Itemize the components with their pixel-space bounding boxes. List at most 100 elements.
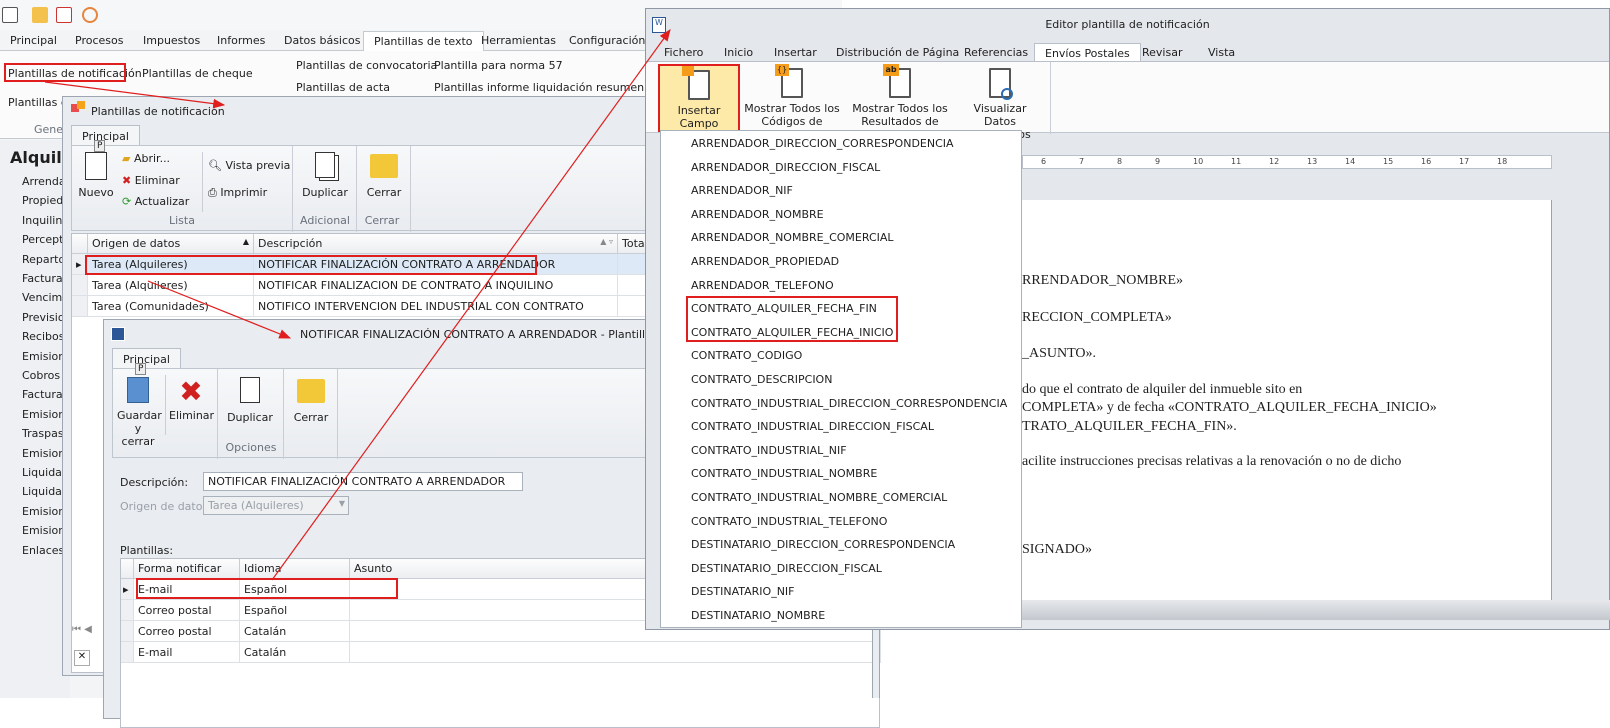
tab-principal[interactable]: Principal [0, 31, 67, 51]
document-page[interactable]: RRENDADOR_NOMBRE» RECCION_COMPLETA» _ASUNT… [1022, 200, 1552, 610]
nav-first-icon[interactable]: ⏮ ◀ [72, 624, 92, 635]
left-nav-item[interactable]: Arrenda [22, 175, 66, 188]
merge-field-item[interactable]: ARRENDADOR_NOMBRE_COMERCIAL [691, 231, 894, 244]
document-text-line: RRENDADOR_NOMBRE» [1022, 273, 1184, 288]
cell-idioma[interactable]: Catalán [240, 642, 350, 663]
cerrar-button[interactable]: Cerrar [362, 152, 406, 199]
tab-datos-basicos[interactable]: Datos básicos [274, 31, 371, 51]
plantillas-informe-liquidacion-link[interactable]: Plantillas informe liquidación resumen [434, 81, 644, 94]
editor-tab[interactable]: Vista [1198, 43, 1245, 62]
eliminar-button[interactable]: ✖ Eliminar [169, 377, 214, 423]
tab-procesos[interactable]: Procesos [65, 31, 133, 51]
window-icon-part [77, 101, 85, 109]
merge-field-item[interactable]: CONTRATO_CODIGO [691, 349, 802, 362]
abrir-label: Abrir... [133, 152, 171, 165]
plantillas-cheque-link[interactable]: Plantillas de cheque [142, 67, 253, 80]
merge-field-dropdown: ARRENDADOR_DIRECCION_CORRESPONDENCIA ARRE… [660, 130, 1022, 628]
row-indicator[interactable] [72, 275, 88, 296]
plantillas-acta-link[interactable]: Plantillas de acta [296, 81, 390, 94]
duplicar-button[interactable]: Duplicar [300, 152, 350, 199]
row-indicator[interactable] [121, 621, 134, 642]
editor-tab[interactable]: Envíos Postales [1034, 43, 1141, 63]
eliminar-label: Eliminar [134, 174, 180, 187]
plantillas-convocatoria-link[interactable]: Plantillas de convocatoria [296, 59, 437, 72]
cell-descripcion[interactable]: NOTIFICAR FINALIZACION DE CONTRATO A INQ… [254, 275, 618, 296]
editor-tab[interactable]: Insertar [764, 43, 827, 62]
duplicar-button[interactable]: Duplicar [225, 377, 275, 424]
cell-asunto[interactable] [350, 642, 881, 663]
editor-tab[interactable]: Revisar [1132, 43, 1192, 62]
merge-field-item[interactable]: CONTRATO_INDUSTRIAL_NOMBRE_COMERCIAL [691, 491, 947, 504]
cell-idioma[interactable]: Español [240, 600, 350, 621]
plantillas-label: Plantillas: [120, 544, 174, 557]
column-origen[interactable]: Origen de datos ▲ [88, 234, 254, 254]
cell-origen[interactable]: Tarea (Alquileres) [88, 275, 254, 296]
merge-field-item[interactable]: CONTRATO_INDUSTRIAL_DIRECCION_CORRESPOND… [691, 397, 1007, 410]
cerrar-button[interactable]: Cerrar [289, 377, 333, 424]
ruler-number: 10 [1193, 157, 1204, 166]
imprimir-button[interactable]: ⎙ Imprimir [208, 186, 267, 199]
tab-herramientas[interactable]: Herramientas [471, 31, 566, 51]
checklist-icon[interactable] [56, 7, 72, 23]
column-idioma[interactable]: Idioma [240, 559, 350, 579]
merge-field-item[interactable]: ARRENDADOR_DIRECCION_CORRESPONDENCIA [691, 137, 954, 150]
merge-field-item[interactable]: CONTRATO_INDUSTRIAL_NIF [691, 444, 847, 457]
row-indicator[interactable] [121, 600, 134, 621]
cell-idioma[interactable]: Catalán [240, 621, 350, 642]
cell-forma[interactable]: Correo postal [134, 600, 240, 621]
separator [410, 146, 411, 232]
column-descripcion[interactable]: Descripción ▲ ▿ [254, 234, 618, 254]
group-cerrar: Cerrar [364, 214, 400, 227]
merge-field-item[interactable]: ARRENDADOR_NOMBRE [691, 208, 824, 221]
row-indicator[interactable]: ▸ [121, 579, 134, 600]
plantilla-norma-57-link[interactable]: Plantilla para norma 57 [434, 59, 563, 72]
guardar-cerrar-button[interactable]: Guardar y cerrar [117, 377, 162, 448]
origen-label: Origen de datos: [120, 500, 212, 513]
tab-impuestos[interactable]: Impuestos [133, 31, 210, 51]
cell-descripcion[interactable]: NOTIFICO INTERVENCION DEL INDUSTRIAL CON… [254, 296, 618, 317]
vista-previa-button[interactable]: 🔍︎ Vista previa [208, 159, 290, 172]
cancel-edit-icon[interactable]: ✕ [74, 650, 90, 666]
merge-field-item[interactable]: ARRENDADOR_PROPIEDAD [691, 255, 839, 268]
merge-field-item[interactable]: ARRENDADOR_NIF [691, 184, 793, 197]
left-nav-item[interactable]: Recibos [22, 330, 64, 343]
row-indicator[interactable] [72, 296, 88, 317]
eliminar-button[interactable]: ✖ Eliminar [122, 174, 180, 187]
merge-field-item[interactable]: CONTRATO_DESCRIPCION [691, 373, 832, 386]
insertar-campo-fusionado-button[interactable]: Insertar Campo Fusionado▼ [658, 64, 740, 155]
cell-forma[interactable]: Correo postal [134, 621, 240, 642]
merge-field-item[interactable]: ARRENDADOR_TELEFONO [691, 279, 834, 292]
mail-icon[interactable] [32, 7, 48, 23]
broadcast-icon[interactable] [82, 7, 98, 23]
printer-icon: ⎙ [208, 186, 217, 199]
tab-principal[interactable]: Principal [71, 125, 140, 147]
cell-forma[interactable]: E-mail [134, 642, 240, 663]
tab-configuracion[interactable]: Configuración [559, 31, 655, 51]
horizontal-ruler[interactable]: 56789101112131415161718 [1003, 155, 1552, 169]
merge-field-item[interactable]: ARRENDADOR_DIRECCION_FISCAL [691, 161, 880, 174]
nuevo-button[interactable]: Nuevo [78, 152, 114, 199]
column-forma-notificar[interactable]: Forma notificar [134, 559, 240, 579]
abrir-button[interactable]: ▰ Abrir... [122, 152, 170, 165]
merge-field-item[interactable]: DESTINATARIO_NIF [691, 585, 795, 598]
editor-tab[interactable]: Fichero [654, 43, 713, 62]
editor-tab[interactable]: Inicio [714, 43, 763, 62]
merge-field-item[interactable]: DESTINATARIO_NOMBRE [691, 609, 825, 622]
row-indicator[interactable] [121, 642, 134, 663]
ruler-number: 18 [1497, 157, 1508, 166]
merge-field-item[interactable]: CONTRATO_INDUSTRIAL_TELEFONO [691, 515, 887, 528]
cell-origen[interactable]: Tarea (Comunidades) [88, 296, 254, 317]
merge-field-item[interactable]: CONTRATO_INDUSTRIAL_NOMBRE [691, 467, 877, 480]
descripcion-input[interactable]: NOTIFICAR FINALIZACIÓN CONTRATO A ARREND… [203, 472, 523, 491]
merge-field-item[interactable]: CONTRATO_INDUSTRIAL_DIRECCION_FISCAL [691, 420, 934, 433]
app-menu-icon[interactable] [2, 7, 18, 23]
merge-field-item[interactable]: DESTINATARIO_DIRECCION_FISCAL [691, 562, 882, 575]
tab-plantillas-de-texto[interactable]: Plantillas de texto [363, 31, 484, 52]
actualizar-button[interactable]: ⟳ Actualizar [122, 195, 189, 208]
merge-field-item[interactable]: DESTINATARIO_DIRECCION_CORRESPONDENCIA [691, 538, 955, 551]
nuevo-label: Nuevo [78, 186, 114, 199]
editor-tab[interactable]: Distribución de Página [826, 43, 969, 62]
tab-informes[interactable]: Informes [207, 31, 275, 51]
editor-tab[interactable]: Referencias [954, 43, 1038, 62]
tab-principal[interactable]: Principal [112, 348, 181, 370]
